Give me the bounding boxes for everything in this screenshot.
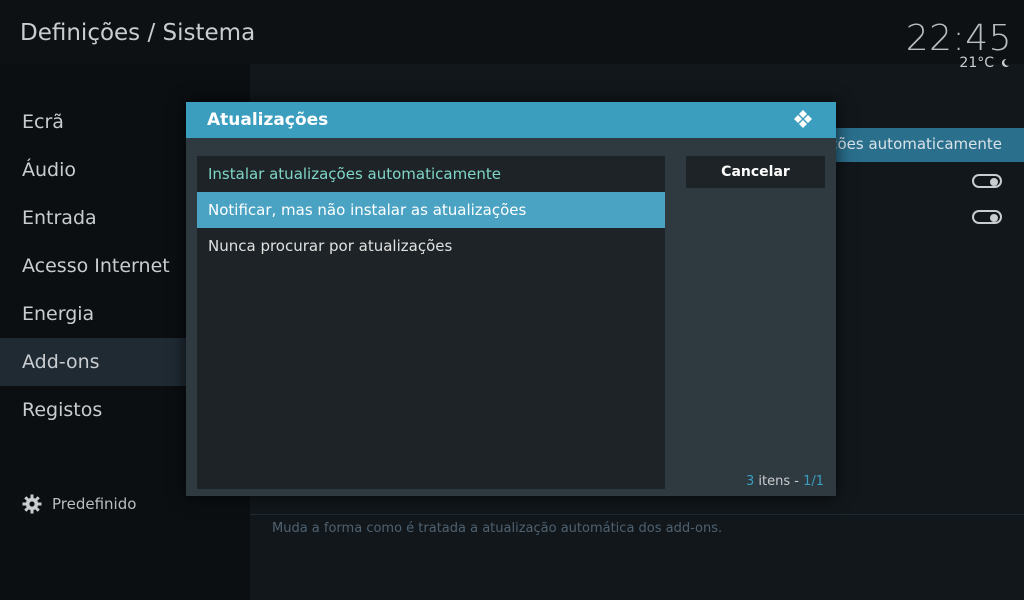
setting-row-value: ções automaticamente xyxy=(829,135,1002,153)
sidebar-item-label: Entrada xyxy=(22,207,97,229)
moon-icon xyxy=(1001,58,1009,67)
option-label: Instalar atualizações automaticamente xyxy=(208,165,502,183)
temperature: 21°C xyxy=(959,55,994,71)
kodi-logo-icon xyxy=(794,110,812,128)
option-label: Notificar, mas não instalar as atualizaç… xyxy=(208,201,527,219)
setting-description: Muda a forma como é tratada a atualizaçã… xyxy=(272,521,723,536)
toggle-switch[interactable] xyxy=(972,174,1002,188)
option-notify-only[interactable]: Notificar, mas não instalar as atualizaç… xyxy=(197,192,665,228)
option-install-automatically[interactable]: Instalar atualizações automaticamente xyxy=(197,156,665,192)
sidebar-item-label: Áudio xyxy=(22,159,77,181)
sidebar-item-label: Ecrã xyxy=(22,111,64,133)
option-label: Nunca procurar por atualizações xyxy=(208,237,453,255)
items-count: 3 itens - 1/1 xyxy=(746,474,824,489)
divider xyxy=(250,514,1024,515)
sidebar-item-label: Add-ons xyxy=(22,351,100,373)
clock-time: 22:45 xyxy=(905,18,1012,59)
option-never-check[interactable]: Nunca procurar por atualizações xyxy=(197,228,665,264)
options-list: Instalar atualizações automaticamente No… xyxy=(197,156,665,489)
sidebar-item-label: Energia xyxy=(22,303,95,325)
select-dialog: Atualizações Instalar atualizações autom… xyxy=(186,102,836,496)
sidebar-item-label: Acesso Internet xyxy=(22,255,170,277)
page-indicator: 1/1 xyxy=(803,474,824,489)
sidebar-item-label: Registos xyxy=(22,399,103,421)
items-count-word: itens - xyxy=(754,474,804,489)
dialog-title: Atualizações xyxy=(207,110,329,130)
settings-level-button[interactable]: Predefinido xyxy=(22,494,136,514)
page-title: Definições / Sistema xyxy=(20,20,256,46)
settings-level-label: Predefinido xyxy=(52,495,137,513)
toggle-switch[interactable] xyxy=(972,210,1002,224)
weather-info: 21°C xyxy=(959,55,1010,71)
gear-icon xyxy=(22,494,42,514)
cancel-button[interactable]: Cancelar xyxy=(686,156,825,188)
dialog-header: Atualizações xyxy=(186,102,836,138)
